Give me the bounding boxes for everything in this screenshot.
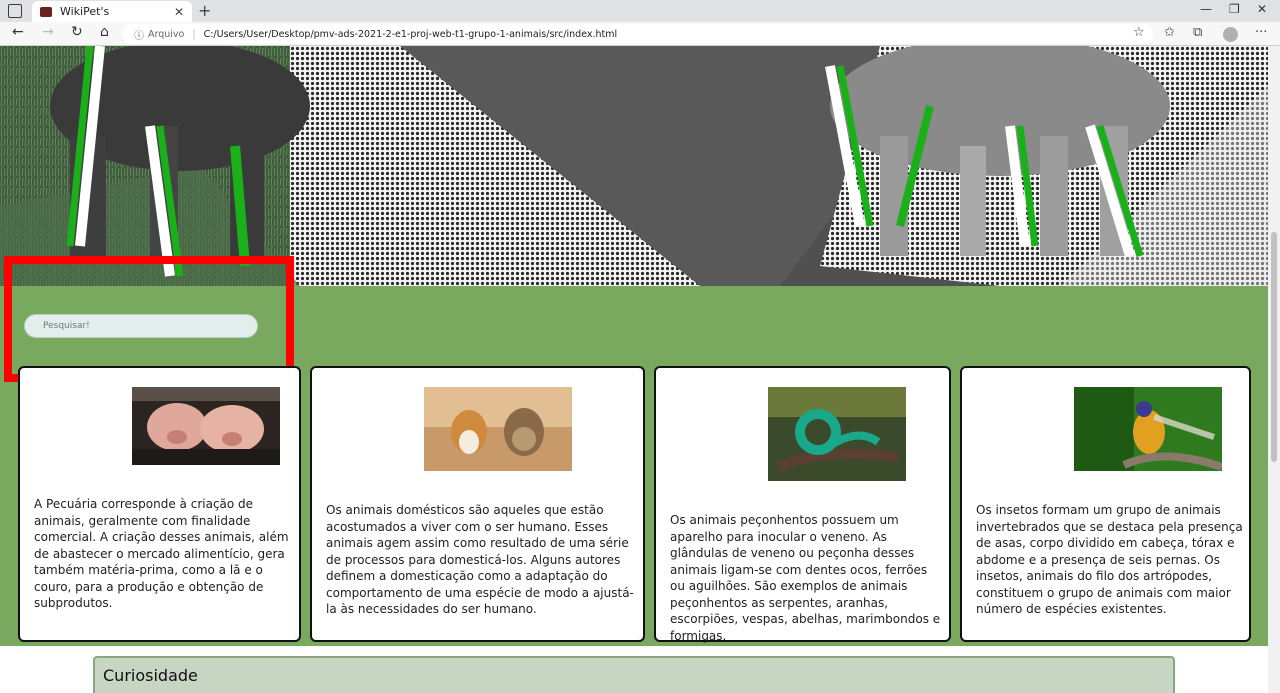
profile-avatar[interactable]	[1223, 27, 1238, 42]
favorites-icon[interactable]: ✩	[1164, 25, 1175, 40]
curiosity-title: Curiosidade	[103, 666, 198, 685]
card-domestic[interactable]: Os animais domésticos são aqueles que es…	[310, 366, 645, 642]
highlight-box	[4, 256, 294, 382]
tab-title: WikiPet's	[60, 5, 110, 18]
new-tab-button[interactable]: +	[198, 1, 211, 20]
card-text: A Pecuária corresponde à criação de anim…	[34, 497, 289, 610]
card-text: Os insetos formam um grupo de animais in…	[976, 503, 1243, 616]
card-venomous[interactable]: Os animais peçonhentos possuem um aparel…	[654, 366, 951, 643]
tab-close-icon[interactable]: ✕	[174, 5, 184, 19]
forward-icon[interactable]: →	[42, 24, 54, 40]
add-favorite-icon[interactable]: ☆	[1133, 25, 1145, 40]
address-label: Arquivo	[148, 28, 185, 40]
restore-icon[interactable]: ❐	[1229, 2, 1240, 16]
favicon-icon	[40, 6, 52, 17]
browser-toolbar: ← → ↻ ⌂ ⓘ Arquivo | C:/Users/User/Deskto…	[0, 22, 1280, 46]
minimize-icon[interactable]: —	[1200, 2, 1212, 16]
pigs-image	[132, 387, 280, 465]
info-icon[interactable]: ⓘ	[134, 27, 144, 42]
tab-actions-icon[interactable]	[8, 4, 22, 18]
page-scrollbar[interactable]	[1268, 46, 1280, 693]
snake-image	[768, 387, 906, 481]
window-close-icon[interactable]: ✕	[1257, 2, 1267, 16]
browser-tab[interactable]: WikiPet's ✕	[32, 1, 192, 22]
card-insects[interactable]: Os insetos formam um grupo de animais in…	[960, 366, 1251, 642]
insect-image	[1074, 387, 1222, 471]
home-icon[interactable]: ⌂	[100, 24, 109, 40]
more-menu-icon[interactable]: ···	[1255, 25, 1267, 40]
collections-icon[interactable]: ⧉	[1193, 25, 1202, 40]
card-text: Os animais domésticos são aqueles que es…	[326, 503, 634, 616]
page-content: A Pecuária corresponde à criação de anim…	[0, 46, 1268, 693]
reload-icon[interactable]: ↻	[71, 24, 83, 40]
address-bar[interactable]: ⓘ Arquivo | C:/Users/User/Desktop/pmv-ad…	[122, 24, 1154, 44]
curiosity-section: Curiosidade	[93, 656, 1175, 693]
url-text: C:/Users/User/Desktop/pmv-ads-2021-2-e1-…	[203, 28, 618, 40]
browser-tab-bar: WikiPet's ✕ + — ❐ ✕	[0, 0, 1280, 22]
hero-banner	[0, 46, 1268, 286]
dogs-image	[424, 387, 572, 471]
card-text: Os animais peçonhentos possuem um aparel…	[670, 513, 941, 643]
scrollbar-thumb[interactable]	[1271, 232, 1277, 462]
address-separator: |	[192, 28, 196, 40]
hero-illustration	[0, 46, 1268, 286]
back-icon[interactable]: ←	[12, 24, 24, 40]
card-livestock[interactable]: A Pecuária corresponde à criação de anim…	[18, 366, 301, 642]
